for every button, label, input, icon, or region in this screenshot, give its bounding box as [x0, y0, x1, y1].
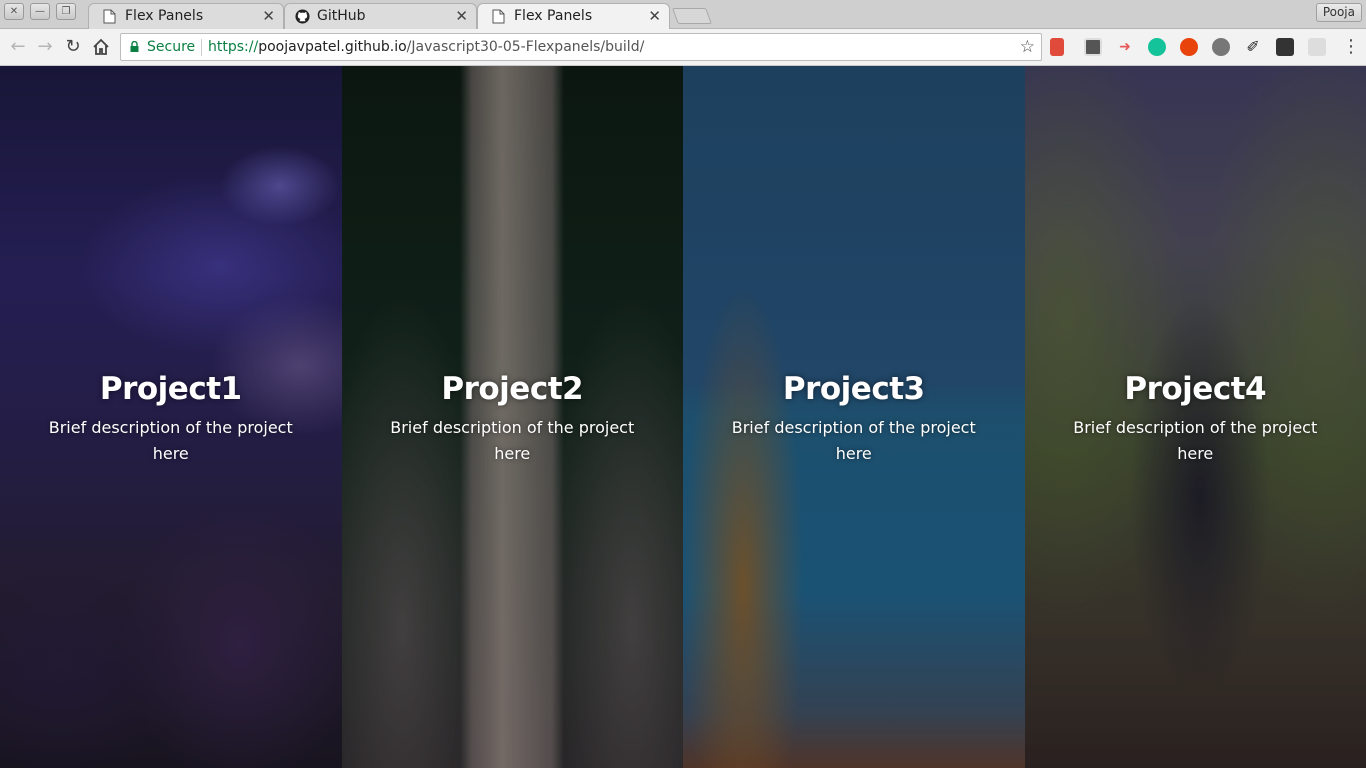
panel-description: Brief description of the project here	[1073, 418, 1318, 463]
bookmark-star-icon[interactable]: ☆	[1020, 37, 1035, 57]
tab-close-icon[interactable]: ✕	[455, 8, 468, 24]
browser-menu-icon[interactable]: ⋮	[1342, 36, 1360, 58]
new-tab-button[interactable]	[672, 8, 712, 24]
page-icon	[492, 9, 505, 24]
secure-label: Secure	[147, 39, 196, 55]
tab-title: Flex Panels	[514, 8, 593, 24]
panel-project2[interactable]: Project2 Brief description of the projec…	[341, 66, 684, 768]
panel-project4[interactable]: Project4 Brief description of the projec…	[1024, 66, 1366, 768]
panel-project1[interactable]: Project1 Brief description of the projec…	[0, 66, 342, 768]
flex-panels: Project1 Brief description of the projec…	[0, 66, 1366, 768]
url-host: poojavpatel.github.io	[258, 39, 407, 55]
url-text[interactable]: https://poojavpatel.github.io/Javascript…	[208, 39, 644, 55]
address-divider	[201, 39, 202, 56]
github-icon	[295, 9, 310, 24]
forward-arrow-icon[interactable]: →	[33, 36, 57, 58]
panel-text: Project4 Brief description of the projec…	[1025, 371, 1366, 467]
tab-flex-panels-active[interactable]: Flex Panels ✕	[477, 3, 670, 30]
window-restore-icon[interactable]: ❐	[56, 3, 76, 20]
tab-github[interactable]: GitHub ✕	[284, 3, 477, 29]
tab-close-icon[interactable]: ✕	[648, 8, 661, 24]
lock-icon	[130, 41, 139, 52]
page-icon	[103, 9, 116, 24]
tab-title: Flex Panels	[125, 8, 204, 24]
tab-close-icon[interactable]: ✕	[262, 8, 275, 24]
url-path: /Javascript30-05-Flexpanels/build/	[406, 39, 645, 55]
tab-flex-panels-1[interactable]: Flex Panels ✕	[88, 3, 284, 29]
panel-title: Project3	[782, 371, 925, 407]
panel-project3[interactable]: Project3 Brief description of the projec…	[683, 66, 1025, 768]
address-bar[interactable]: Secure https://poojavpatel.github.io/Jav…	[120, 33, 1042, 61]
panel-title: Project4	[1124, 371, 1267, 407]
back-arrow-icon[interactable]: ←	[6, 36, 30, 58]
ext-grid-icon[interactable]	[1308, 38, 1326, 56]
window-minimize-icon[interactable]: —	[30, 3, 50, 20]
reload-icon[interactable]: ↻	[61, 36, 85, 58]
browser-toolbar: ← → ↻ Secure https://poojavpatel.github.…	[0, 29, 1366, 66]
panel-text: Project2 Brief description of the projec…	[342, 371, 684, 467]
panel-description: Brief description of the project here	[731, 418, 976, 463]
ext-dark-icon[interactable]: ✐	[1244, 38, 1262, 56]
ext-pocket-icon[interactable]	[1084, 38, 1102, 56]
browser-tab-strip: ✕ — ❐ Flex Panels ✕ GitHub ✕ Flex Panels…	[0, 0, 1366, 30]
window-close-icon[interactable]: ✕	[4, 3, 24, 20]
panel-text: Project1 Brief description of the projec…	[0, 371, 342, 467]
panel-title: Project2	[441, 371, 584, 407]
profile-button[interactable]: Pooja	[1315, 3, 1362, 22]
ext-arrow-icon[interactable]: ➜	[1116, 38, 1134, 56]
panel-text: Project3 Brief description of the projec…	[683, 371, 1025, 467]
panel-description: Brief description of the project here	[48, 418, 293, 463]
panel-title: Project1	[99, 371, 242, 407]
ext-book-icon[interactable]	[1276, 38, 1294, 56]
tab-title: GitHub	[317, 8, 366, 24]
settings-gear-icon[interactable]	[1212, 38, 1230, 56]
ext-red-icon[interactable]	[1050, 38, 1064, 56]
panel-description: Brief description of the project here	[390, 418, 635, 463]
url-scheme: https://	[208, 39, 259, 55]
grammarly-icon[interactable]	[1148, 38, 1166, 56]
home-icon[interactable]	[89, 36, 113, 58]
ext-infinity-icon[interactable]	[1180, 38, 1198, 56]
